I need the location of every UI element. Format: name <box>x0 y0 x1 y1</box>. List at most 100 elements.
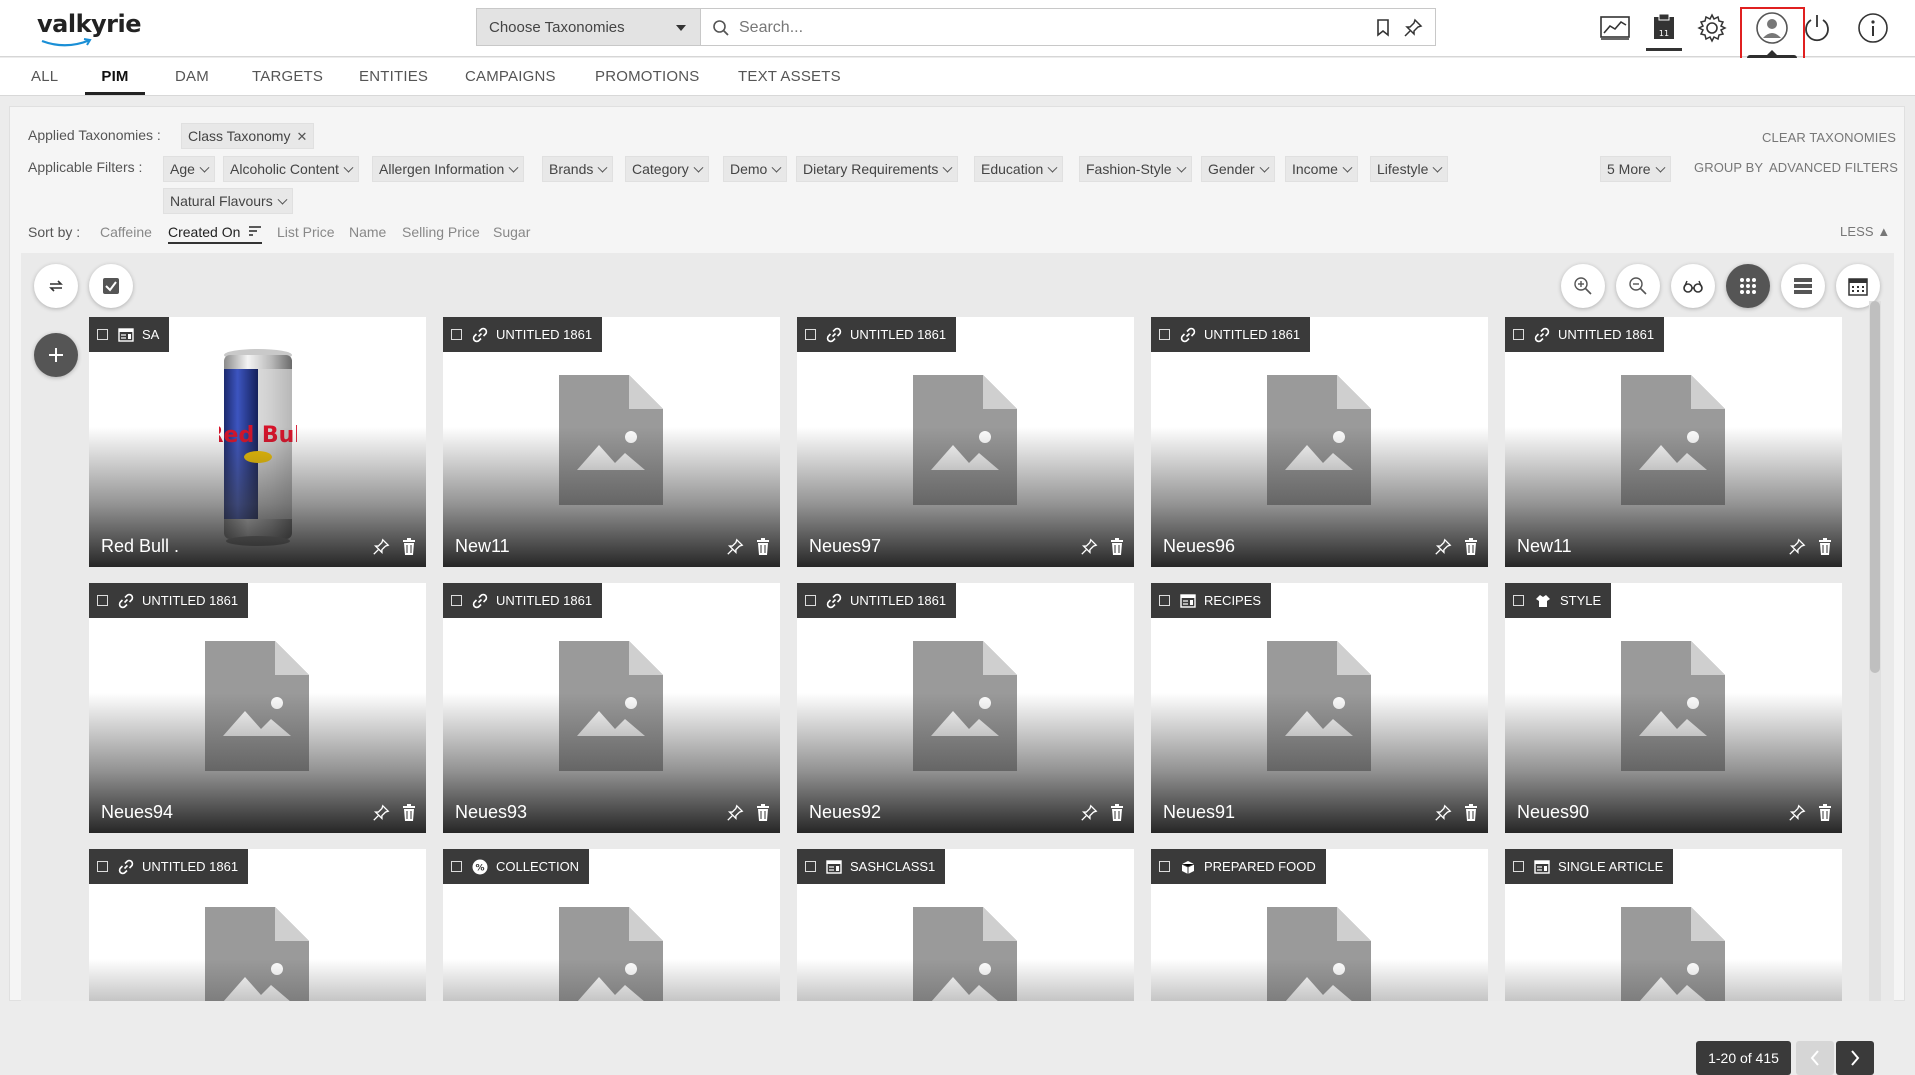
trash-icon[interactable] <box>1110 804 1124 827</box>
asset-card[interactable]: % COLLECTION <box>443 849 780 1001</box>
list-view-button[interactable] <box>1781 264 1825 308</box>
zoom-in-button[interactable] <box>1561 264 1605 308</box>
more-filters-chip[interactable]: 5 More <box>1600 156 1671 182</box>
filter-chip-fashion-style[interactable]: Fashion-Style <box>1079 156 1192 182</box>
card-checkbox[interactable] <box>97 329 108 340</box>
refresh-button[interactable] <box>34 264 78 308</box>
clear-taxonomies-link[interactable]: CLEAR TAXONOMIES <box>1762 130 1896 145</box>
asset-card[interactable]: UNTITLED 1861 Neues96 <box>1151 317 1488 567</box>
sort-option-list-price[interactable]: List Price <box>277 224 335 240</box>
pin-icon[interactable] <box>372 804 390 827</box>
filter-chip-income[interactable]: Income <box>1285 156 1358 182</box>
trash-icon[interactable] <box>1818 804 1832 827</box>
card-checkbox[interactable] <box>1513 861 1524 872</box>
filter-chip-education[interactable]: Education <box>974 156 1064 182</box>
tab-promotions[interactable]: PROMOTIONS <box>595 58 700 95</box>
info-icon[interactable] <box>1855 10 1891 46</box>
asset-card[interactable]: UNTITLED 1861 New11 <box>1505 317 1842 567</box>
asset-card[interactable]: UNTITLED 1861 Neues93 <box>443 583 780 833</box>
pin-icon[interactable] <box>1080 538 1098 561</box>
pin-icon[interactable] <box>726 804 744 827</box>
card-checkbox[interactable] <box>97 595 108 606</box>
gear-icon[interactable] <box>1694 10 1730 46</box>
tab-dam[interactable]: DAM <box>175 58 209 95</box>
asset-card[interactable]: UNTITLED 1861 Neues92 <box>797 583 1134 833</box>
trash-icon[interactable] <box>1464 538 1478 561</box>
filter-chip-demo[interactable]: Demo <box>723 156 788 182</box>
tab-all[interactable]: ALL <box>31 58 58 95</box>
card-checkbox[interactable] <box>1159 861 1170 872</box>
filter-chip-dietary-requirements[interactable]: Dietary Requirements <box>796 156 959 182</box>
filter-chip-age[interactable]: Age <box>163 156 215 182</box>
close-icon[interactable]: ✕ <box>296 129 307 144</box>
asset-card[interactable]: UNTITLED 1861 Neues97 <box>797 317 1134 567</box>
asset-card[interactable]: PREPARED FOOD <box>1151 849 1488 1001</box>
tab-text-assets[interactable]: TEXT ASSETS <box>738 58 841 95</box>
trash-icon[interactable] <box>402 804 416 827</box>
asset-card[interactable]: UNTITLED 1861 Neues94 <box>89 583 426 833</box>
group-by-link[interactable]: GROUP BY <box>1694 160 1763 175</box>
pin-icon[interactable] <box>1788 804 1806 827</box>
card-checkbox[interactable] <box>805 861 816 872</box>
card-checkbox[interactable] <box>1159 595 1170 606</box>
tab-entities[interactable]: ENTITIES <box>359 58 428 95</box>
user-icon[interactable] <box>1754 10 1790 46</box>
tab-campaigns[interactable]: CAMPAIGNS <box>465 58 556 95</box>
asset-card[interactable]: STYLE Neues90 <box>1505 583 1842 833</box>
filter-chip-lifestyle[interactable]: Lifestyle <box>1370 156 1449 182</box>
filter-chip-alcoholic-content[interactable]: Alcoholic Content <box>223 156 359 182</box>
search-input[interactable] <box>739 15 1339 41</box>
pin-icon[interactable] <box>1788 538 1806 561</box>
zoom-out-button[interactable] <box>1616 264 1660 308</box>
trash-icon[interactable] <box>756 538 770 561</box>
power-icon[interactable] <box>1799 10 1835 46</box>
pin-icon[interactable] <box>726 538 744 561</box>
sort-option-caffeine[interactable]: Caffeine <box>100 224 152 240</box>
card-checkbox[interactable] <box>97 861 108 872</box>
card-checkbox[interactable] <box>805 329 816 340</box>
card-checkbox[interactable] <box>1513 595 1524 606</box>
filter-chip-gender[interactable]: Gender <box>1201 156 1275 182</box>
prev-page-button[interactable] <box>1796 1041 1834 1075</box>
grid-scrollbar[interactable] <box>1869 301 1881 1001</box>
asset-card[interactable]: UNTITLED 1861 <box>89 849 426 1001</box>
card-checkbox[interactable] <box>451 329 462 340</box>
clipboard-icon[interactable]: 11 <box>1646 5 1682 51</box>
asset-card[interactable]: Red BullSARed Bull . <box>89 317 426 567</box>
trash-icon[interactable] <box>402 538 416 561</box>
sort-option-name[interactable]: Name <box>349 224 386 240</box>
trash-icon[interactable] <box>756 804 770 827</box>
filter-chip-natural-flavours[interactable]: Natural Flavours <box>163 188 293 214</box>
asset-card[interactable]: SINGLE ARTICLE <box>1505 849 1842 1001</box>
card-checkbox[interactable] <box>451 595 462 606</box>
dashboard-icon[interactable] <box>1597 10 1633 46</box>
filter-chip-category[interactable]: Category <box>625 156 709 182</box>
asset-card[interactable]: UNTITLED 1861 New11 <box>443 317 780 567</box>
pin-icon[interactable] <box>1434 538 1452 561</box>
card-checkbox[interactable] <box>451 861 462 872</box>
pin-icon[interactable] <box>1080 804 1098 827</box>
filter-chip-brands[interactable]: Brands <box>542 156 614 182</box>
scrollbar-thumb[interactable] <box>1870 301 1880 673</box>
less-toggle[interactable]: LESS ▲ <box>1840 224 1890 239</box>
card-checkbox[interactable] <box>1159 329 1170 340</box>
add-button[interactable] <box>34 333 78 377</box>
sort-option-selling-price[interactable]: Selling Price <box>402 224 480 240</box>
trash-icon[interactable] <box>1818 538 1832 561</box>
tab-targets[interactable]: TARGETS <box>252 58 323 95</box>
advanced-filters-link[interactable]: ADVANCED FILTERS <box>1769 160 1898 175</box>
next-page-button[interactable] <box>1836 1041 1874 1075</box>
taxonomy-select[interactable]: Choose Taxonomies <box>476 8 700 46</box>
preview-button[interactable] <box>1671 264 1715 308</box>
grid-view-button[interactable] <box>1726 264 1770 308</box>
bookmark-icon[interactable] <box>1375 18 1391 38</box>
pin-icon[interactable] <box>372 538 390 561</box>
filter-chip-allergen-information[interactable]: Allergen Information <box>372 156 525 182</box>
trash-icon[interactable] <box>1110 538 1124 561</box>
pin-icon[interactable] <box>1434 804 1452 827</box>
select-all-button[interactable] <box>89 264 133 308</box>
pin-icon[interactable] <box>1403 18 1423 38</box>
sort-option-sugar[interactable]: Sugar <box>493 224 530 240</box>
sort-option-created-on[interactable]: Created On <box>168 224 263 244</box>
card-checkbox[interactable] <box>805 595 816 606</box>
